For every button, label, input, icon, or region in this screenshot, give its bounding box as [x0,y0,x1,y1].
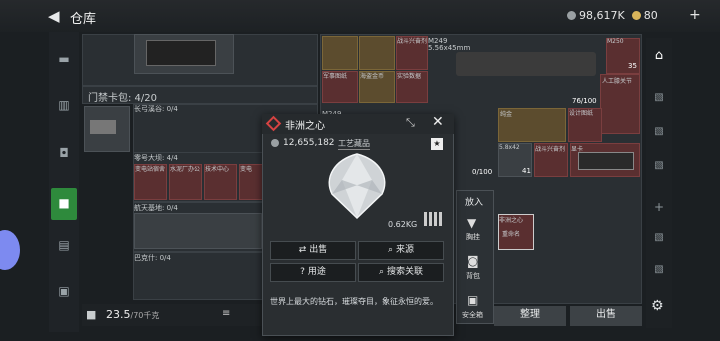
gun-icon[interactable]: ▬ [56,52,72,68]
inventory-slot-1[interactable] [322,36,358,70]
favorite-star-icon[interactable]: ★ [431,138,443,150]
search-related-button[interactable]: ⌕ 搜索关联 [358,263,444,282]
backpack-option[interactable]: 背包 [466,271,480,281]
gold-coin-icon [631,11,641,20]
item-device-image [146,40,216,66]
close-icon[interactable]: ✕ [432,114,444,130]
space-base-label: 航天基地: 0/4 [134,204,178,212]
selected-item-label: 非洲之心 [499,217,524,224]
design-blueprint-label: 设计图纸 [569,110,594,117]
usage-button-label: 用途 [307,267,326,277]
capacity-count: 76/100 [572,97,597,105]
experiment-data-label: 实验数据 [397,73,422,80]
source-search-icon: ⌕ [388,245,396,255]
armor-icon[interactable]: ◘ [56,146,72,162]
filter-icon-5[interactable]: ▧ [651,264,667,275]
space-base-slots[interactable] [134,213,262,249]
put-in-label: 放入 [465,198,484,208]
safebox-icon: ▣ [467,293,479,307]
gold-chain-label: 纯金 [500,111,513,118]
chest-rig-option[interactable]: 胸挂 [466,232,480,242]
backpack-icon: ■ [58,196,70,210]
weight-current: 23.5 [106,308,131,321]
gpu-image [578,152,634,170]
right-side-bar [646,38,672,328]
popup-weight: 0.62KG [388,220,418,229]
ammo-box-label: 5.8x42 [499,144,520,151]
capacity-zero: 0/100 [472,168,493,176]
list-icon[interactable]: ≡ [222,308,230,319]
keycard-icon [90,120,116,134]
source-button[interactable]: ⌕ 来源 [358,241,444,260]
military-blueprint-label: 军事图纸 [323,73,348,80]
card-pack-label: 门禁卡包: 4/20 [88,93,158,104]
backpack-option-icon: ◙ [467,254,479,268]
sell-button-label: 出售 [309,245,328,255]
bakshi-label: 巴克什: 0/4 [134,254,171,262]
ammo-type-label: 5.56x45mm [428,44,471,52]
popup-price: 12,655,182 [283,138,335,148]
sell-button[interactable]: ⇄ 出售 [270,241,356,260]
item-description: 世界上最大的钻石，璀璨夺目，象征永恒的爱。 [270,297,438,306]
source-button-label: 来源 [395,245,414,255]
case-icon[interactable]: ▤ [56,238,72,254]
floating-assist-icon[interactable] [0,230,20,270]
keycard-label-1: 变电站宿舍 [135,166,166,173]
ammo-count: 35 [628,62,637,70]
silver-coin-icon [567,11,576,20]
inventory-slot-2[interactable] [359,36,395,70]
currency-display: 98,617K 80 [567,9,658,22]
filter-icon-1[interactable]: ▧ [651,92,667,103]
filter-icon-4[interactable]: ▧ [651,232,667,243]
vest-icon[interactable]: ▥ [56,98,72,114]
weight-max: /70千克 [130,311,160,320]
stim-label: 战斗兴奋剂 [397,38,428,45]
heart-diamond-image [328,153,386,220]
grid-size-icon [424,212,444,226]
page-title: 仓库 [70,12,97,27]
safebox-option[interactable]: 安全箱 [462,310,483,320]
settings-gear-icon[interactable]: ⚙ [651,298,664,314]
weight-value: 23.5/70千克 [106,308,159,321]
popup-item-name: 非洲之心 [285,121,325,132]
home-icon[interactable]: ⌂ [651,48,667,63]
keycard-label-3: 技术中心 [205,166,230,173]
search-icon: ⌕ [379,267,387,277]
add-currency-icon[interactable]: + [689,7,701,23]
prosthetic-knee-label: 人工膝关节 [602,78,633,85]
selected-item-sub: 重命名 [502,231,521,238]
sell-glyph: ⇄ [298,245,310,255]
keycard-label-4: 变电 [240,166,253,173]
collapse-arrows-icon[interactable]: ⤡ [406,116,415,130]
gold-amount: 80 [643,9,658,22]
bottom-sell-button[interactable]: 出售 [570,306,642,326]
sort-button[interactable]: 整理 [494,306,566,326]
question-icon: ? [300,267,308,277]
changhong-label: 长弓溪谷: 0/4 [134,105,178,113]
filter-icon-3[interactable]: ▧ [651,160,667,171]
ammo-slot-label: M250 [607,38,624,45]
lock-icon[interactable]: ■ [86,308,96,321]
m249-gun-image[interactable] [456,52,596,76]
popup-tag: 工艺藏品 [338,139,370,150]
price-coin-icon [271,139,279,147]
chest-rig-icon: ▼ [467,216,477,230]
toolbox-icon[interactable]: ▣ [56,284,72,300]
zero-dam-label: 零号大坝: 4/4 [134,154,178,162]
pirate-coin-label: 海盗金币 [360,73,385,80]
filter-icon-2[interactable]: ▧ [651,126,667,137]
usage-button[interactable]: ? 用途 [270,263,356,282]
search-related-label: 搜索关联 [386,267,423,277]
back-icon[interactable]: ◀ [48,7,60,25]
keycard-label-2: 水泥厂办公 [170,166,201,173]
add-icon[interactable]: + [651,200,667,214]
ammo-box-count: 41 [522,167,531,175]
silver-amount: 98,617K [579,9,625,22]
combat-stim-label: 战斗兴奋剂 [535,146,566,153]
